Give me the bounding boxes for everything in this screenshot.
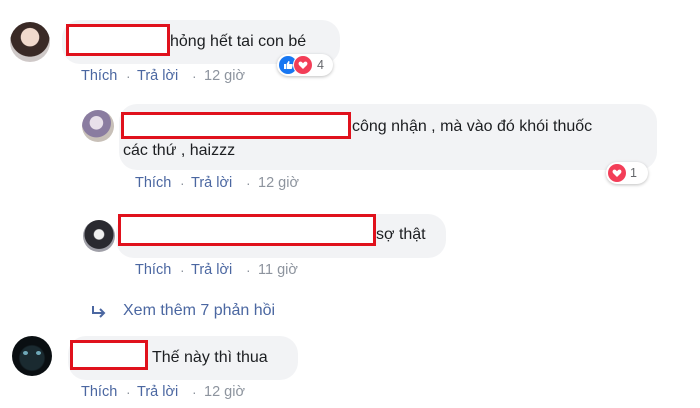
like-button[interactable]: Thích <box>135 262 171 278</box>
reply-button[interactable]: Trả lời <box>137 68 178 84</box>
timestamp[interactable]: 12 giờ <box>204 68 245 84</box>
reaction-summary[interactable]: 1 <box>606 162 648 184</box>
separator-dot: · <box>246 262 251 278</box>
like-button[interactable]: Thích <box>81 68 117 84</box>
separator-dot: · <box>192 68 197 84</box>
timestamp[interactable]: 11 giờ <box>258 262 298 278</box>
view-more-replies-link[interactable]: Xem thêm 7 phản hồi <box>123 302 275 320</box>
reply-button[interactable]: Trả lời <box>191 262 232 278</box>
reply-button[interactable]: Trả lời <box>191 175 232 191</box>
separator-dot: · <box>180 175 185 191</box>
separator-dot: · <box>246 175 251 191</box>
avatar[interactable] <box>12 336 52 376</box>
reply-arrow-icon[interactable] <box>90 304 108 320</box>
separator-dot: · <box>126 68 131 84</box>
reaction-count: 1 <box>630 166 637 180</box>
separator-dot: · <box>126 384 131 400</box>
comment-text: sợ thật <box>376 226 426 243</box>
redacted-author-name[interactable] <box>121 112 351 139</box>
comment-text: hỏng hết tai con bé <box>170 33 307 50</box>
redacted-author-name[interactable] <box>118 214 376 246</box>
avatar[interactable] <box>10 22 50 62</box>
reply-button[interactable]: Trả lời <box>137 384 178 400</box>
love-reaction-icon <box>293 55 313 75</box>
avatar[interactable] <box>82 110 114 142</box>
avatar[interactable] <box>83 220 115 252</box>
love-reaction-icon <box>608 164 626 182</box>
timestamp[interactable]: 12 giờ <box>204 384 245 400</box>
comment-text: Thế này thì thua <box>152 349 268 366</box>
like-button[interactable]: Thích <box>81 384 117 400</box>
separator-dot: · <box>192 384 197 400</box>
redacted-author-name[interactable] <box>70 340 148 370</box>
comment-text-line: các thứ , haizzz <box>123 142 236 159</box>
reaction-summary[interactable]: 4 <box>277 54 333 76</box>
timestamp[interactable]: 12 giờ <box>258 175 299 191</box>
like-button[interactable]: Thích <box>135 175 171 191</box>
comment-text-line: công nhận , mà vào đó khói thuốc <box>352 118 593 135</box>
separator-dot: · <box>180 262 185 278</box>
redacted-author-name[interactable] <box>66 24 170 56</box>
reaction-count: 4 <box>317 58 324 72</box>
